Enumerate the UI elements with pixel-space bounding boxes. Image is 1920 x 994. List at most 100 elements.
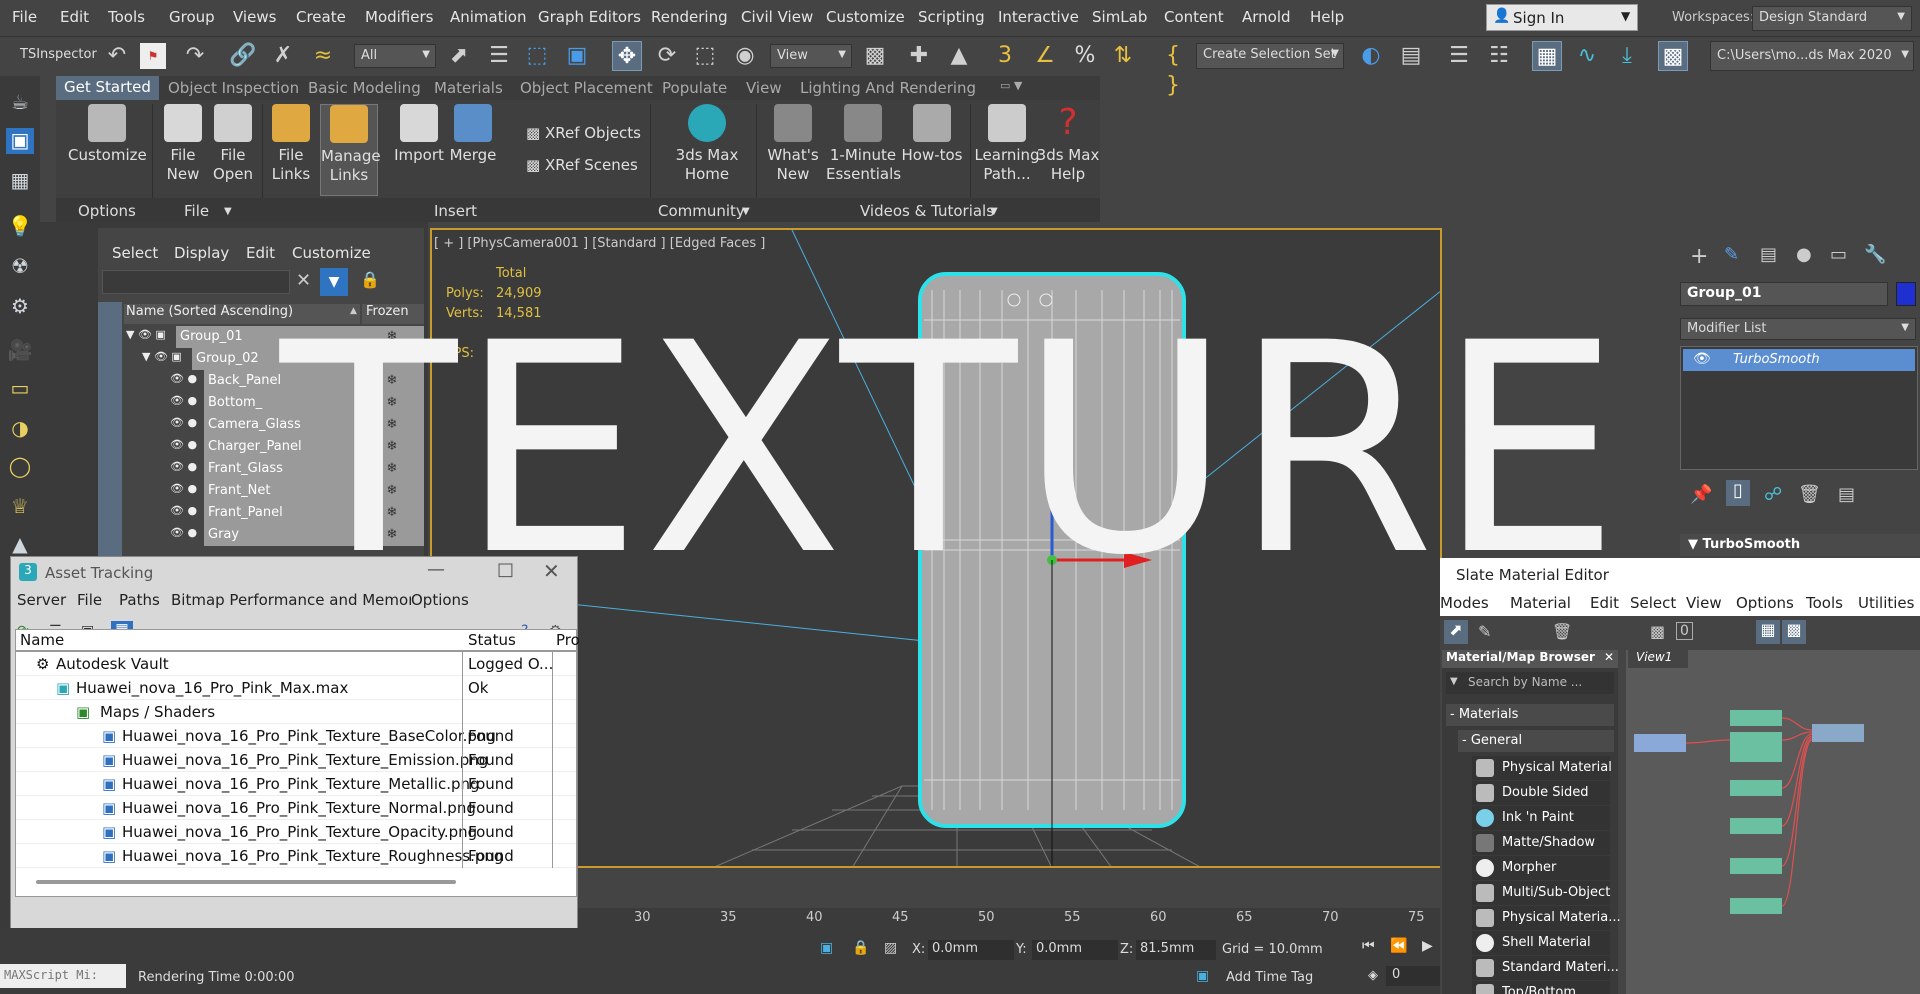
asset-menu-bitmap[interactable]: Bitmap Performance and Memory	[171, 591, 423, 609]
asset-tracking-titlebar[interactable]: 3 Asset Tracking — □ ✕	[11, 557, 577, 587]
xref-scenes-button[interactable]: ▩ XRef Scenes	[526, 156, 638, 174]
window-crossing-icon[interactable]: ▣	[562, 41, 592, 71]
merge-button[interactable]: Merge	[446, 104, 500, 165]
scene-explorer-icon[interactable]: ☰	[1444, 41, 1474, 71]
menu-views[interactable]: Views	[233, 8, 276, 26]
box-icon[interactable]: ▣	[6, 128, 34, 154]
align-icon[interactable]: ▤	[1396, 41, 1426, 71]
menu-content[interactable]: Content	[1164, 8, 1224, 26]
lock-icon[interactable]: 🔒	[852, 940, 869, 956]
make-unique-icon[interactable]: ☍	[1764, 484, 1782, 505]
group-file[interactable]: File	[184, 202, 209, 220]
dome-light-icon[interactable]: ◑	[6, 416, 34, 442]
camera-icon[interactable]: 🎥	[6, 338, 34, 364]
go-to-start-icon[interactable]: ⏮	[1362, 938, 1375, 954]
material-item[interactable]: Ink 'n Paint	[1472, 806, 1610, 830]
trash-icon[interactable]: 🗑	[1798, 484, 1821, 505]
maximize-icon[interactable]: □	[497, 559, 514, 580]
play-icon[interactable]: ▶	[1422, 938, 1433, 954]
col-pro-header[interactable]: Pro	[556, 631, 580, 649]
workspace-select[interactable]: Design Standard ▼	[1752, 6, 1912, 31]
scene-search-input[interactable]	[102, 270, 290, 294]
tab-basic-modeling[interactable]: Basic Modeling	[308, 79, 421, 97]
select-object-icon[interactable]: ⬈	[444, 41, 474, 71]
panel-icon[interactable]: ▭	[6, 376, 34, 402]
file-new-button[interactable]: File New	[158, 104, 208, 184]
col-name-header[interactable]: Name	[20, 631, 64, 649]
layer-explorer-icon[interactable]: ☷	[1484, 41, 1514, 71]
rig-icon[interactable]: ⚙	[6, 294, 34, 320]
time-tag-icon[interactable]: ▣	[1196, 968, 1209, 984]
scene-menu-customize[interactable]: Customize	[292, 244, 371, 262]
asset-row[interactable]: ⚙ Autodesk Vault Logged O...	[16, 652, 576, 676]
reference-coord-select[interactable]: View ▼	[770, 44, 852, 68]
show-end-result-icon[interactable]: ▯	[1726, 480, 1750, 506]
browser-search-input[interactable]: Search by Name ...	[1446, 672, 1614, 694]
rotate-icon[interactable]: ⟳	[652, 41, 682, 71]
named-selection-icon[interactable]: { }	[1158, 41, 1188, 98]
viewport-layout-icon[interactable]: ▦	[6, 168, 34, 194]
menu-tools[interactable]: Tools	[108, 8, 145, 26]
add-time-tag[interactable]: Add Time Tag	[1226, 970, 1313, 985]
asset-menu-options[interactable]: Options	[411, 591, 469, 609]
essentials-button[interactable]: 1-Minute Essentials	[826, 104, 901, 184]
expand-icon[interactable]: ▼ 👁 ▣	[126, 328, 166, 341]
y-coord-field[interactable]: 0.0mm	[1032, 940, 1118, 960]
visibility-icon[interactable]: 👁 ●	[170, 438, 197, 451]
camera-group-icon[interactable]: ☢	[6, 254, 34, 280]
asset-row[interactable]: ▣ Huawei_nova_16_Pro_Pink_Max.max Ok	[16, 676, 576, 700]
selection-filter-select[interactable]: All ▼	[354, 44, 436, 68]
layout-children-icon[interactable]: ▩	[1782, 620, 1806, 644]
material-item[interactable]: Shell Material	[1472, 931, 1610, 955]
minimize-icon[interactable]: —	[427, 559, 445, 580]
file-open-button[interactable]: File Open	[208, 104, 258, 184]
asset-row[interactable]: ▣ Maps / Shaders	[16, 700, 576, 724]
previous-frame-icon[interactable]: ⏪	[1390, 938, 1407, 954]
tab-lighting-rendering[interactable]: Lighting And Rendering	[800, 79, 976, 97]
slate-node-view[interactable]: View1	[1626, 650, 1920, 994]
modify-tab-icon[interactable]: ✎	[1724, 244, 1739, 265]
z-coord-field[interactable]: 81.5mm	[1136, 940, 1216, 960]
pick-material-icon[interactable]: ✎	[1478, 622, 1491, 641]
view-tab[interactable]: View1	[1628, 650, 1688, 668]
import-button[interactable]: Import	[392, 104, 446, 165]
x-coord-field[interactable]: 0.0mm	[928, 940, 1014, 960]
modifier-list-select[interactable]: Modifier List ▼	[1680, 318, 1916, 340]
close-icon[interactable]: ✕	[543, 559, 560, 583]
delete-icon[interactable]: 🗑	[1552, 622, 1572, 641]
pivot-center-icon[interactable]: ▩	[860, 41, 890, 71]
pin-stack-icon[interactable]: 📌	[1690, 484, 1712, 505]
material-item[interactable]: Top/Bottom	[1472, 981, 1610, 994]
asset-menu-file[interactable]: File	[77, 591, 102, 609]
menu-file[interactable]: File	[12, 8, 37, 26]
visibility-icon[interactable]: 👁 ●	[170, 416, 197, 429]
tab-get-started[interactable]: Get Started	[56, 76, 159, 100]
display-tab-icon[interactable]: ▭	[1830, 244, 1847, 265]
asset-row[interactable]: ▣ Huawei_nova_16_Pro_Pink_Texture_Opacity…	[16, 820, 576, 844]
menu-graph-editors[interactable]: Graph Editors	[538, 8, 641, 26]
slate-menu-modes[interactable]: Modes	[1440, 594, 1489, 612]
learning-path-button[interactable]: Learning Path...	[972, 104, 1042, 184]
scene-menu-display[interactable]: Display	[174, 244, 229, 262]
select-by-name-icon[interactable]: ☰	[484, 41, 514, 71]
visibility-icon[interactable]: 👁 ●	[170, 460, 197, 473]
visibility-icon[interactable]: 👁 ●	[170, 526, 197, 539]
scale-icon[interactable]: ⬚	[690, 41, 720, 71]
scene-menu-select[interactable]: Select	[112, 244, 158, 262]
absolute-mode-icon[interactable]: ▨	[884, 940, 897, 956]
select-by-material-icon[interactable]: 0	[1676, 622, 1693, 640]
asset-row[interactable]: ▣ Huawei_nova_16_Pro_Pink_Texture_Emissio…	[16, 748, 576, 772]
percent-snap-icon[interactable]: %	[1070, 41, 1100, 71]
max-help-button[interactable]: ? 3ds Max Help	[1036, 104, 1100, 184]
link-icon[interactable]: 🔗	[228, 41, 258, 71]
tab-view[interactable]: View	[746, 79, 782, 97]
material-item[interactable]: Matte/Shadow	[1472, 831, 1610, 855]
time-ruler[interactable]: 30 35 40 45 50 55 60 65 70 75	[430, 908, 1442, 930]
eye-icon[interactable]: 👁	[1693, 351, 1711, 367]
asset-menu-paths[interactable]: Paths	[119, 591, 160, 609]
menu-scripting[interactable]: Scripting	[918, 8, 985, 26]
material-editor-icon[interactable]: ▩	[1658, 41, 1688, 71]
tab-populate[interactable]: Populate	[662, 79, 727, 97]
group-videos[interactable]: Videos & Tutorials	[860, 202, 994, 220]
visibility-icon[interactable]: 👁 ●	[170, 394, 197, 407]
